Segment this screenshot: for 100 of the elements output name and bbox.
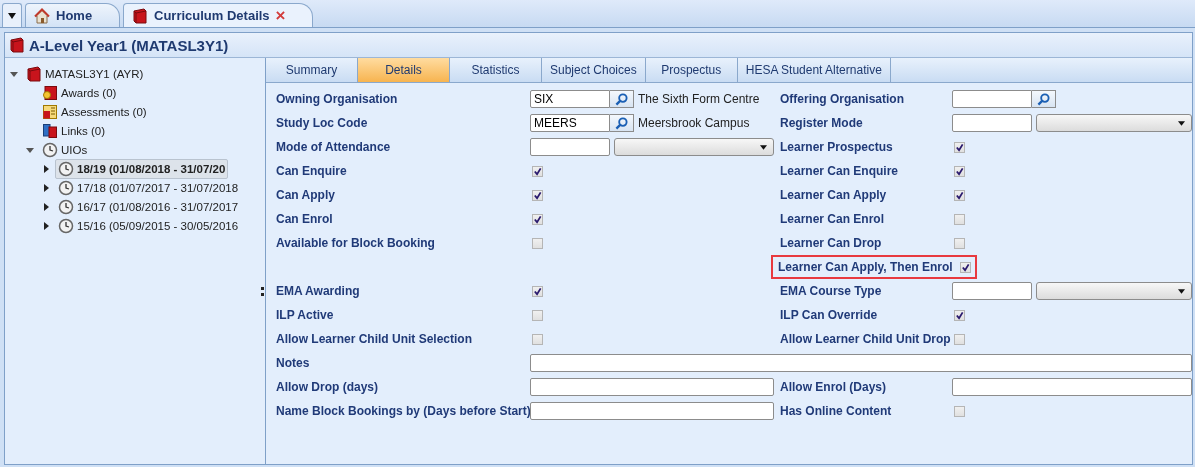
tree-item[interactable]: Awards (0) [39, 82, 120, 103]
caret-icon [8, 12, 16, 19]
checkbox[interactable] [954, 333, 965, 345]
tree-item[interactable]: 16/17 (01/08/2016 - 31/07/2017 [55, 196, 242, 217]
field-label: Learner Prospectus [780, 140, 893, 154]
checkbox[interactable] [532, 333, 543, 345]
code-field[interactable]: MEERS [530, 114, 610, 132]
field-label: Allow Learner Child Unit Drop [780, 332, 951, 346]
field-label: Can Enrol [276, 212, 333, 226]
book-icon [26, 65, 42, 82]
search-button[interactable] [1032, 90, 1056, 108]
expand-arrow-icon[interactable] [41, 182, 51, 193]
text-field[interactable] [530, 354, 1192, 372]
field-label: Learner Can Apply [780, 188, 887, 202]
lookup-description: The Sixth Form Centre [638, 92, 760, 106]
books-icon [42, 122, 58, 139]
field-label: Allow Learner Child Unit Selection [276, 332, 473, 346]
field-label: Learner Can Apply, Then Enrol [778, 260, 953, 274]
clock-icon [58, 179, 74, 196]
field-label: Study Loc Code [276, 116, 368, 130]
clock-icon [58, 198, 74, 215]
dropdown[interactable] [614, 138, 774, 156]
checkbox[interactable] [954, 189, 965, 201]
document-tab[interactable]: Home [25, 3, 120, 27]
page-title: A-Level Year1 (MATASL3Y1) [29, 36, 229, 54]
field-label: Mode of Attendance [276, 140, 391, 154]
detail-tab[interactable]: Subject Choices [542, 58, 646, 82]
field-label: Can Apply [276, 188, 335, 202]
field-label: Allow Enrol (Days) [780, 380, 886, 394]
lookup-description: Meersbrook Campus [638, 116, 750, 130]
tree-item[interactable]: 15/16 (05/09/2015 - 30/05/2016 [55, 215, 242, 236]
detail-tab[interactable]: Details [358, 58, 450, 82]
expand-arrow-icon[interactable] [41, 220, 51, 231]
book-icon [9, 37, 25, 53]
checkbox[interactable] [954, 405, 965, 417]
tree-item[interactable]: Links (0) [39, 120, 109, 141]
tree-item[interactable]: 17/18 (01/07/2017 - 31/07/2018 [55, 177, 242, 198]
field-label: EMA Course Type [780, 284, 882, 298]
field-label: ILP Active [276, 308, 334, 322]
checkbox[interactable] [959, 261, 971, 273]
field-label: ILP Can Override [780, 308, 878, 322]
close-tab-button[interactable]: × [275, 7, 286, 24]
checklist-icon [42, 103, 58, 120]
checkbox[interactable] [532, 189, 543, 201]
checkbox[interactable] [954, 165, 965, 177]
text-field[interactable] [530, 378, 774, 396]
expand-arrow-icon[interactable] [41, 201, 51, 212]
tree-item[interactable]: Assessments (0) [39, 101, 150, 122]
checkbox[interactable] [954, 309, 965, 321]
tree-item[interactable]: UIOs [39, 139, 91, 160]
field-label: Learner Can Enrol [780, 212, 885, 226]
detail-tab[interactable]: HESA Student Alternative [737, 58, 891, 82]
text-field[interactable] [952, 378, 1192, 396]
splitter-grip-icon[interactable] [260, 286, 264, 296]
clock-icon [58, 217, 74, 234]
dropdown[interactable] [1036, 282, 1192, 300]
detail-tab[interactable]: Statistics [450, 58, 542, 82]
field-label: Offering Organisation [780, 92, 904, 106]
field-label: Register Mode [780, 116, 863, 130]
field-label: Learner Can Drop [780, 236, 882, 250]
field-label: Allow Drop (days) [276, 380, 378, 394]
clock-icon [42, 141, 58, 158]
house-icon [34, 7, 50, 24]
tree-item[interactable]: 18/19 (01/08/2018 - 31/07/20 [55, 158, 229, 179]
field-label: Notes [276, 356, 310, 370]
checkbox[interactable] [954, 141, 965, 153]
book-icon [132, 7, 148, 24]
field-label: Learner Can Enquire [780, 164, 899, 178]
tree-item[interactable]: MATASL3Y1 (AYR) [23, 63, 147, 84]
checkbox[interactable] [532, 213, 543, 225]
code-field[interactable] [952, 90, 1032, 108]
field-label: Name Block Bookings by (Days before Start) [276, 404, 531, 418]
field-label: Owning Organisation [276, 92, 398, 106]
checkbox[interactable] [954, 237, 965, 249]
search-button[interactable] [610, 114, 634, 132]
checkbox[interactable] [532, 285, 543, 297]
document-tab[interactable]: Curriculum Details × [123, 3, 313, 27]
award-icon [42, 84, 58, 101]
field-label: EMA Awarding [276, 284, 360, 298]
checkbox[interactable] [954, 213, 965, 225]
checkbox[interactable] [532, 165, 543, 177]
code-field[interactable]: SIX [530, 90, 610, 108]
code-field[interactable] [952, 114, 1032, 132]
field-label: Can Enquire [276, 164, 347, 178]
caret-icon [1178, 120, 1185, 126]
field-label: Available for Block Booking [276, 236, 435, 250]
detail-tab[interactable]: Prospectus [645, 58, 738, 82]
caret-icon [760, 144, 767, 150]
dropdown[interactable] [1036, 114, 1192, 132]
checkbox[interactable] [532, 237, 543, 249]
clock-icon [58, 160, 74, 177]
expand-arrow-icon[interactable] [41, 163, 51, 174]
caret-icon [1178, 288, 1185, 294]
text-field[interactable] [530, 402, 774, 420]
code-field[interactable] [952, 282, 1032, 300]
tab-menu-button[interactable] [2, 3, 22, 27]
field-label: Has Online Content [780, 404, 892, 418]
search-button[interactable] [610, 90, 634, 108]
code-field[interactable] [530, 138, 610, 156]
checkbox[interactable] [532, 309, 543, 321]
